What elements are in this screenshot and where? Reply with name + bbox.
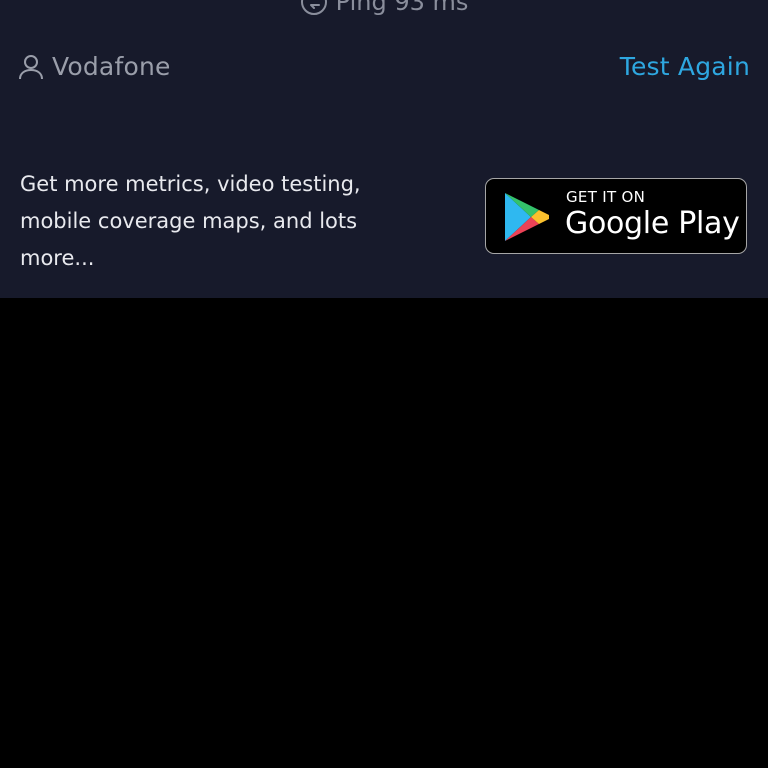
badge-large-text: Google Play [565, 206, 740, 241]
google-play-badge[interactable]: GET IT ON Google Play [485, 178, 747, 254]
ping-circle-icon [300, 0, 327, 15]
result-panel: Ping 93 ms Vodafone Test Again Get more … [0, 0, 768, 298]
ping-row: Ping 93 ms [0, 0, 768, 16]
ping-label: Ping 93 ms [335, 0, 469, 16]
test-again-button[interactable]: Test Again [620, 52, 750, 81]
badge-small-text: GET IT ON [566, 188, 646, 206]
promo-text: Get more metrics, video testing, mobile … [20, 172, 361, 270]
provider: Vodafone [18, 52, 171, 81]
google-play-icon [505, 193, 549, 241]
provider-name: Vodafone [52, 52, 171, 81]
user-icon [19, 54, 43, 79]
